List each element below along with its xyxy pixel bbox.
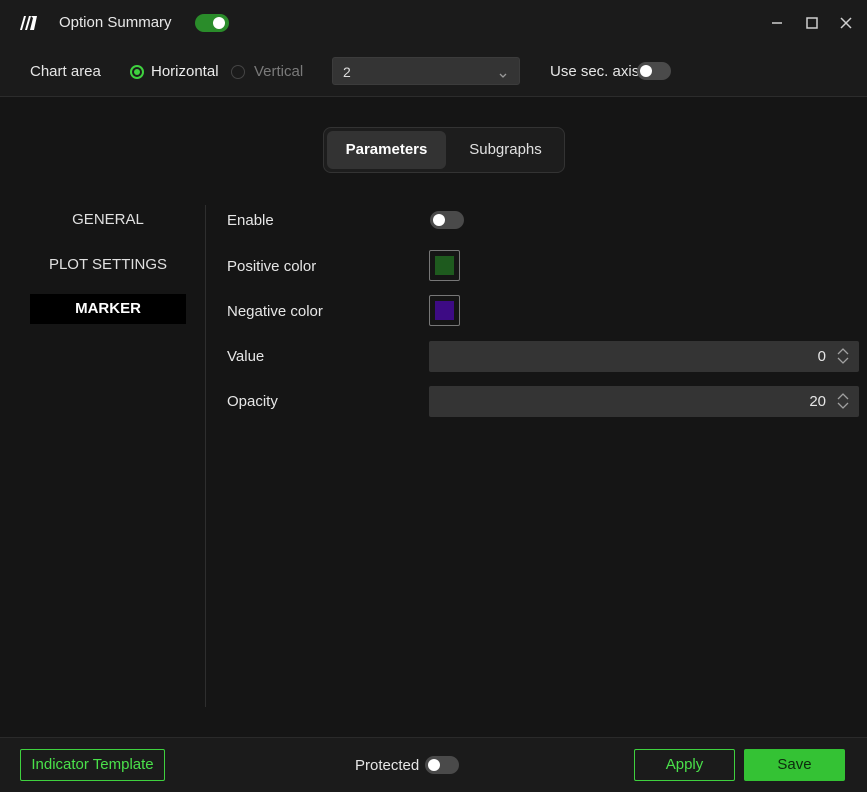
- negative-color-swatch: [435, 301, 454, 320]
- sec-axis-label: Use sec. axis: [550, 63, 640, 80]
- spin-up-down-icon[interactable]: [836, 391, 850, 415]
- opacity-input[interactable]: 20: [429, 386, 859, 417]
- value-label: Value: [227, 348, 265, 365]
- tab-parameters[interactable]: Parameters: [327, 131, 446, 169]
- opacity-input-value: 20: [809, 393, 826, 410]
- title-bar: Option Summary: [0, 0, 867, 47]
- minimize-icon[interactable]: [768, 14, 786, 32]
- sidebar-item-marker[interactable]: MARKER: [30, 294, 186, 324]
- app-logo-icon: [18, 15, 38, 31]
- close-icon[interactable]: [837, 14, 855, 32]
- positive-color-picker[interactable]: [429, 250, 460, 281]
- spin-up-down-icon[interactable]: [836, 346, 850, 370]
- pane-select-value: 2: [343, 64, 351, 80]
- sidebar-item-plot-settings[interactable]: PLOT SETTINGS: [30, 250, 186, 280]
- toggle-knob: [640, 65, 652, 77]
- maximize-icon[interactable]: [803, 14, 821, 32]
- horizontal-label[interactable]: Horizontal: [151, 63, 219, 80]
- negative-color-picker[interactable]: [429, 295, 460, 326]
- view-tabs: Parameters Subgraphs: [323, 127, 565, 173]
- positive-color-swatch: [435, 256, 454, 275]
- chart-area-toolbar: Chart area Horizontal Vertical 2 Use sec…: [0, 46, 867, 97]
- enable-label: Enable: [227, 212, 274, 229]
- value-input-value: 0: [817, 348, 826, 365]
- horizontal-radio[interactable]: [130, 65, 144, 79]
- indicator-template-button[interactable]: Indicator Template: [20, 749, 165, 781]
- toggle-knob: [433, 214, 445, 226]
- chart-area-label: Chart area: [30, 63, 101, 80]
- vertical-radio[interactable]: [231, 65, 245, 79]
- protected-toggle[interactable]: [425, 756, 459, 774]
- enable-toggle[interactable]: [430, 211, 464, 229]
- sec-axis-toggle[interactable]: [637, 62, 671, 80]
- protected-label: Protected: [355, 757, 420, 774]
- toggle-knob: [213, 17, 225, 29]
- sidebar-divider: [205, 205, 206, 707]
- dialog-footer: Indicator Template Protected Apply Save: [0, 737, 867, 792]
- pane-select[interactable]: 2: [332, 57, 520, 85]
- window-title: Option Summary: [59, 14, 172, 31]
- negative-color-label: Negative color: [227, 303, 323, 320]
- save-button[interactable]: Save: [744, 749, 845, 781]
- positive-color-label: Positive color: [227, 258, 317, 275]
- opacity-label: Opacity: [227, 393, 278, 410]
- sidebar-item-general[interactable]: GENERAL: [30, 205, 186, 235]
- value-input[interactable]: 0: [429, 341, 859, 372]
- apply-button[interactable]: Apply: [634, 749, 735, 781]
- chevron-down-icon: [499, 66, 507, 83]
- vertical-label[interactable]: Vertical: [254, 63, 303, 80]
- toggle-knob: [428, 759, 440, 771]
- tab-subgraphs[interactable]: Subgraphs: [448, 131, 563, 169]
- indicator-visible-toggle[interactable]: [195, 14, 229, 32]
